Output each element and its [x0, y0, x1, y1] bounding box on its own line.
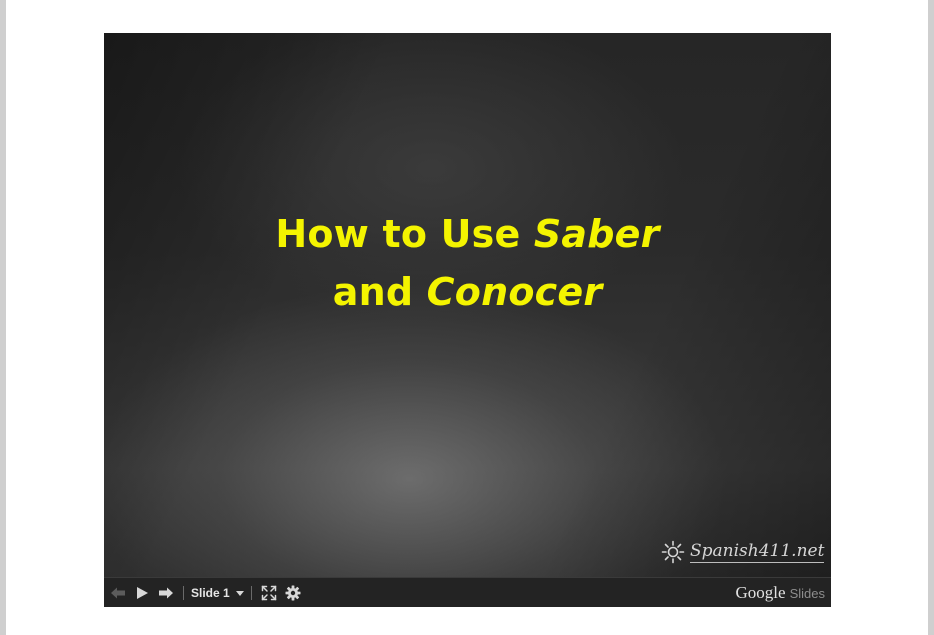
- fullscreen-icon: [261, 585, 276, 601]
- slides-toolbar: Slide 1 Google Slides: [104, 577, 831, 607]
- title-emphasis-conocer: Conocer: [426, 270, 603, 314]
- previous-slide-button[interactable]: [106, 581, 130, 605]
- google-logo-text: Google: [735, 583, 786, 602]
- slide-title-line-1: How to Use Saber: [104, 205, 831, 263]
- arrow-left-icon: [111, 587, 125, 599]
- slides-product-text: Slides: [789, 586, 825, 601]
- settings-button[interactable]: [281, 581, 305, 605]
- google-slides-brand[interactable]: Google Slides: [736, 583, 825, 603]
- title-text: and: [332, 270, 427, 314]
- chevron-down-icon: [235, 590, 244, 596]
- title-emphasis-saber: Saber: [533, 212, 660, 256]
- slide-number-dropdown[interactable]: Slide 1: [189, 586, 246, 600]
- watermark-text: Spanish411.net: [690, 541, 825, 563]
- toolbar-divider: [250, 586, 252, 600]
- fullscreen-button[interactable]: [257, 581, 281, 605]
- spanish411-watermark: Spanish411.net: [661, 537, 825, 567]
- play-icon: [137, 587, 148, 599]
- sun-logo-icon: [661, 540, 685, 564]
- next-slide-button[interactable]: [154, 581, 178, 605]
- google-slides-embed: How to Use Saber and Conocer Spanish411.…: [104, 33, 831, 607]
- right-page-scrollbar[interactable]: [928, 0, 934, 635]
- slide-title: How to Use Saber and Conocer: [104, 205, 831, 321]
- gear-icon: [285, 585, 301, 601]
- title-text: How to Use: [275, 212, 534, 256]
- toolbar-divider: [183, 586, 184, 600]
- arrow-right-icon: [159, 587, 173, 599]
- play-button[interactable]: [130, 581, 154, 605]
- slide-canvas[interactable]: How to Use Saber and Conocer Spanish411.…: [104, 33, 831, 577]
- left-page-border: [0, 0, 6, 635]
- slide-number-label: Slide 1: [191, 586, 230, 600]
- slide-title-line-2: and Conocer: [104, 263, 831, 321]
